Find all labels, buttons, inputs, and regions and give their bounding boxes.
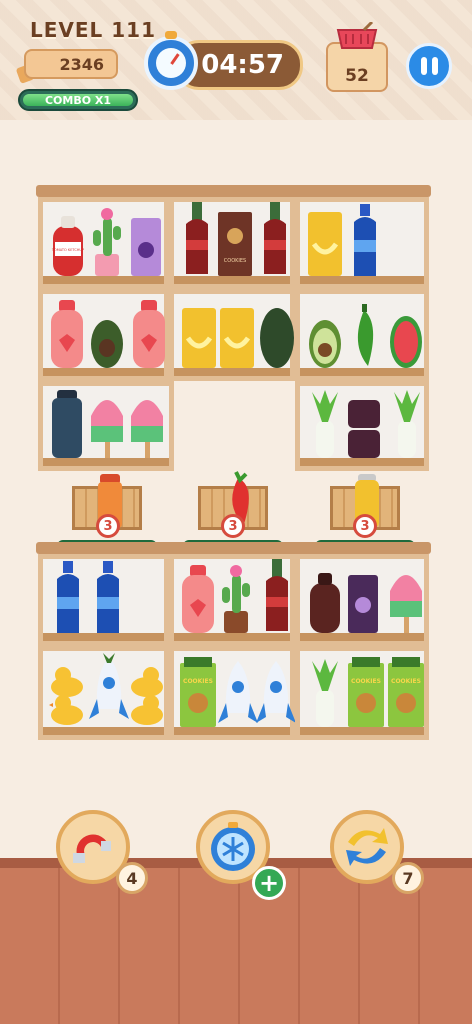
shelf-slot[interactable] <box>38 554 169 646</box>
cola-bottle-icon[interactable] <box>180 202 214 278</box>
freeze-timer-icon <box>211 822 255 871</box>
watermelon-slice-icon[interactable] <box>388 308 424 370</box>
green-cookies-box-label: COOKIES <box>183 678 213 685</box>
shelf-slot[interactable]: COOKIES COOKIES <box>295 646 429 740</box>
shelf-slot[interactable]: COOKIES <box>169 646 296 740</box>
shelf-slot[interactable] <box>295 381 429 471</box>
banana-chips-bag-icon[interactable] <box>180 306 218 370</box>
pause-button[interactable] <box>406 43 452 89</box>
combo-label: COMBO X1 <box>44 93 112 107</box>
shelf-slot[interactable]: COOKIES <box>169 197 295 289</box>
popsicle-icon[interactable] <box>129 390 165 460</box>
shelf-slot[interactable] <box>169 554 295 646</box>
leek-icon[interactable] <box>308 390 342 460</box>
shelf-slot[interactable] <box>295 554 429 646</box>
rocket-toy-icon[interactable] <box>256 657 296 729</box>
cola-bottle-icon[interactable] <box>258 202 292 278</box>
add-freeze-button[interactable]: + <box>252 866 286 900</box>
dark-cookies-box-label: COOKIES <box>224 258 246 264</box>
potted-cactus-icon[interactable] <box>218 561 254 635</box>
cola-bottle-icon[interactable] <box>260 559 294 635</box>
ketchup-label: TOMATO KETCHUP <box>51 248 84 252</box>
water-bottle-icon[interactable] <box>91 561 125 635</box>
crate-remaining-badge: 3 <box>353 514 377 538</box>
rocket-toy-icon[interactable] <box>218 657 258 729</box>
banana-chips-bag-icon[interactable] <box>218 306 256 370</box>
shuffle-count-badge: 7 <box>392 862 424 894</box>
avocado-icon[interactable] <box>306 308 344 370</box>
shelf-slot[interactable] <box>295 197 429 289</box>
water-bottle-icon[interactable] <box>348 204 382 278</box>
jam-jar-icon[interactable] <box>346 398 382 460</box>
popsicle-icon[interactable] <box>89 390 125 460</box>
shelf-slot[interactable] <box>295 289 429 381</box>
crate-remaining-badge: 3 <box>96 514 120 538</box>
rubber-duck-icon[interactable] <box>129 659 165 729</box>
banana-chips-bag-icon[interactable] <box>306 210 344 278</box>
thermos-bottle-icon[interactable] <box>49 390 85 460</box>
watermelon-icon[interactable] <box>258 304 296 370</box>
shelf-slot[interactable]: TOMATO KETCHUP <box>38 197 169 289</box>
green-cookies-box-label: COOKIES <box>351 678 381 685</box>
avocado-icon[interactable] <box>89 308 125 370</box>
shelf-slot[interactable] <box>38 289 169 381</box>
score-display: 2346 <box>24 49 118 79</box>
magnet-icon <box>73 834 111 863</box>
stopwatch-icon <box>144 31 198 90</box>
cookies-box-green-icon[interactable]: COOKIES <box>178 657 218 729</box>
strawberry-milk-bottle-icon[interactable] <box>178 565 218 635</box>
cookies-box-green-icon[interactable]: COOKIES <box>346 657 386 729</box>
barbecue-sauce-bottle-icon[interactable] <box>306 573 344 635</box>
shelf-slot[interactable] <box>38 381 174 471</box>
ketchup-bottle-icon[interactable]: TOMATO KETCHUP <box>49 216 87 278</box>
rubber-duck-icon[interactable] <box>49 659 85 729</box>
combo-meter: COMBO X1 <box>18 89 138 111</box>
grape-snack-bag-icon[interactable] <box>346 573 380 635</box>
pause-icon <box>420 57 427 75</box>
level-label: LEVEL 111 <box>30 18 157 42</box>
shelf-slot[interactable] <box>169 289 295 381</box>
leek-icon[interactable] <box>308 659 342 729</box>
popsicle-icon[interactable] <box>388 565 424 635</box>
leek-icon[interactable] <box>390 390 424 460</box>
strawberry-milk-bottle-icon[interactable] <box>129 300 169 370</box>
grape-snack-bag-icon[interactable] <box>129 216 163 278</box>
crate-remaining-badge: 3 <box>221 514 245 538</box>
basket-icon <box>336 22 378 49</box>
potted-cactus-icon[interactable] <box>89 204 125 278</box>
water-bottle-icon[interactable] <box>51 561 85 635</box>
green-pepper-icon[interactable] <box>346 304 382 370</box>
cookies-box-dark-icon[interactable]: COOKIES <box>216 210 254 278</box>
shelf-slot[interactable] <box>38 646 169 740</box>
cookies-box-green-icon[interactable]: COOKIES <box>386 657 426 729</box>
rocket-toy-icon[interactable] <box>89 653 129 729</box>
lower-cabinet-top <box>36 542 431 554</box>
magnet-count-badge: 4 <box>116 862 148 894</box>
green-cookies-box-label: COOKIES <box>391 678 421 685</box>
strawberry-milk-bottle-icon[interactable] <box>47 300 87 370</box>
shuffle-arrows-icon <box>346 828 388 866</box>
